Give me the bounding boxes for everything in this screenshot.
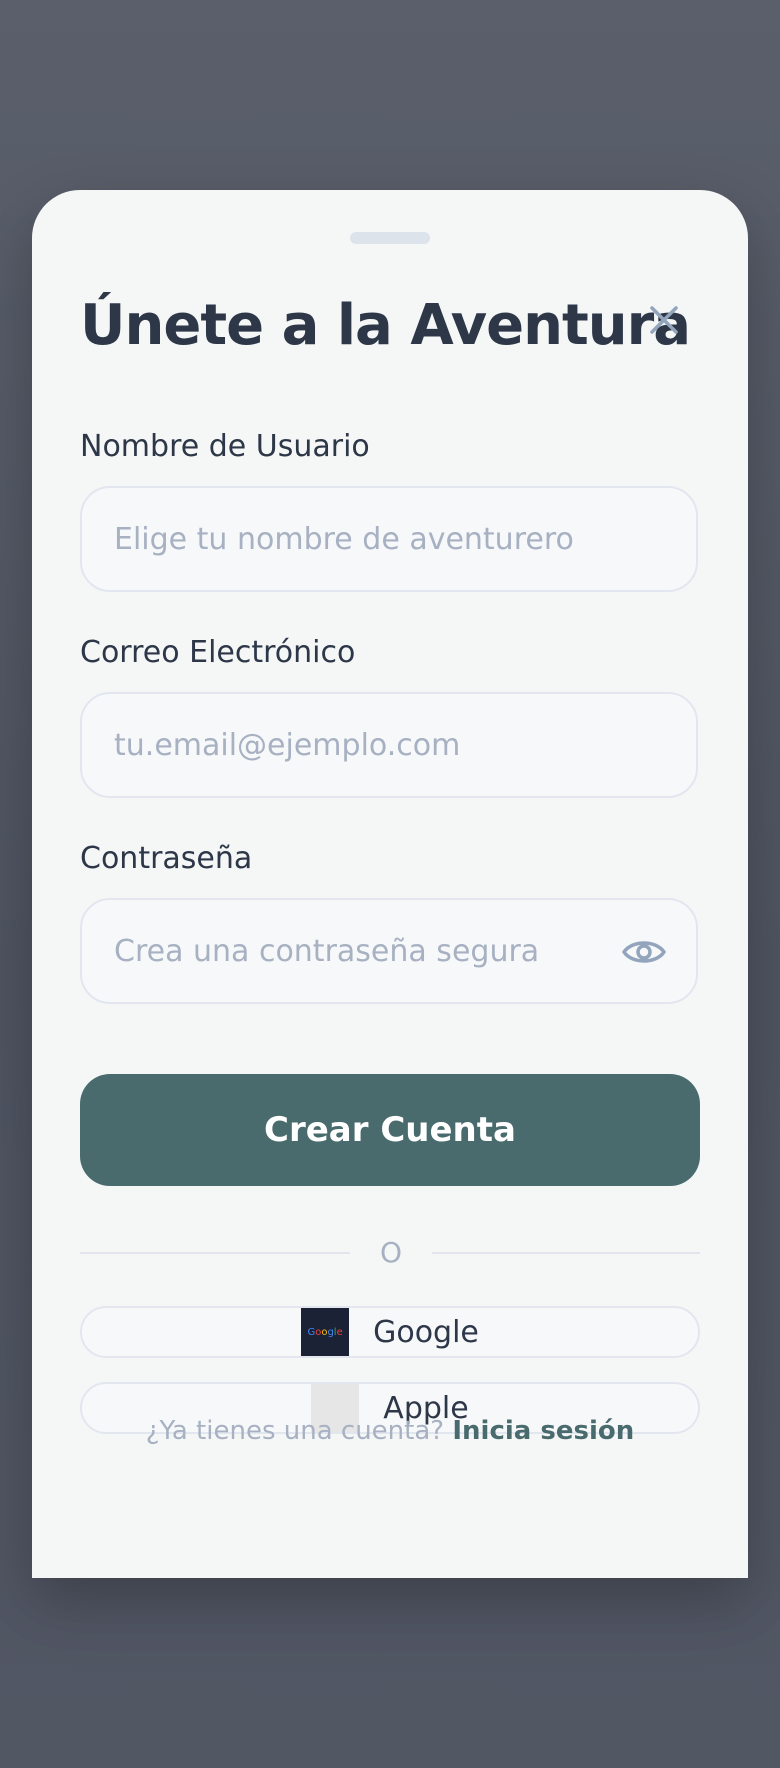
divider-line-right [432,1252,700,1254]
password-input[interactable] [80,898,698,1004]
sheet-title: Únete a la Aventura [80,293,691,358]
login-prompt-text: ¿Ya tienes una cuenta? [145,1416,445,1446]
login-prompt: ¿Ya tienes una cuenta? Inicia sesión [80,1416,700,1446]
username-input[interactable] [80,486,698,592]
eye-icon [622,941,666,963]
divider-line-left [80,1252,350,1254]
close-button[interactable] [644,300,684,340]
or-divider: O [80,1232,700,1272]
divider-text: O [379,1236,403,1269]
username-label: Nombre de Usuario [80,429,370,464]
password-label: Contraseña [80,841,253,876]
close-icon [650,306,678,334]
login-link[interactable]: Inicia sesión [452,1416,634,1446]
toggle-password-visibility[interactable] [620,934,668,970]
drag-handle[interactable] [350,232,430,244]
email-label: Correo Electrónico [80,635,356,670]
google-logo-icon: Google [301,1308,350,1356]
google-button-label: Google [373,1314,479,1350]
create-account-button[interactable]: Crear Cuenta [80,1074,700,1186]
signup-sheet: Únete a la Aventura Nombre de Usuario Co… [32,190,748,1578]
email-input[interactable] [80,692,698,798]
google-signin-button[interactable]: Google Google [80,1306,700,1358]
